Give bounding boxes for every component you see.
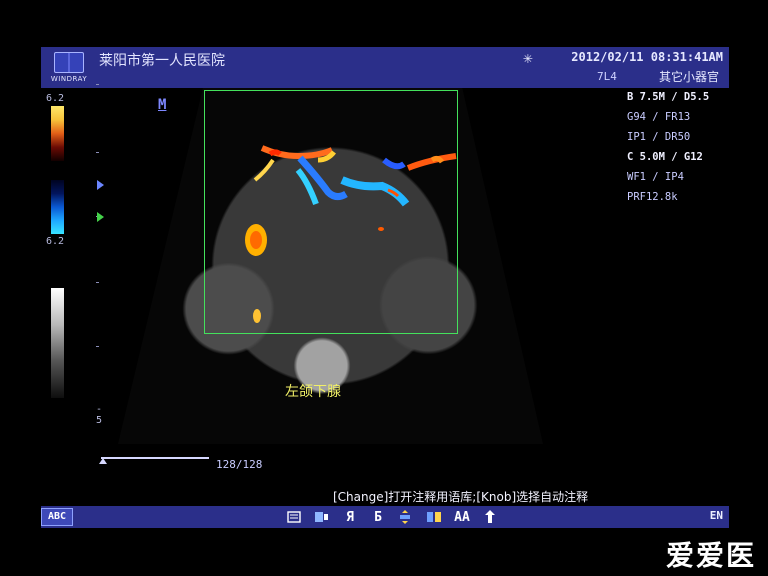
move-horizontal-icon[interactable] [425, 508, 443, 526]
arrow-up-icon[interactable] [481, 508, 499, 526]
color-doppler-roi[interactable] [204, 90, 458, 334]
velocity-scale-bottom: 6.2 [46, 236, 65, 247]
move-vertical-icon[interactable] [397, 508, 415, 526]
focus-marker-icon [97, 180, 104, 190]
cine-cursor-icon [99, 458, 107, 464]
font-size-icon[interactable]: AA [453, 508, 471, 526]
grayscale-bar [51, 288, 64, 398]
cine-frame-count: 128/128 [216, 458, 263, 471]
velocity-scale-top: 6.2 [46, 93, 65, 104]
language-indicator[interactable]: EN [710, 509, 723, 522]
reverse-icon[interactable]: Я [341, 508, 359, 526]
doppler-gate-marker-icon [97, 212, 104, 222]
logo-name: WINDRAY [50, 75, 88, 83]
left-scale-panel: 6.2 6.2 [0, 88, 85, 498]
text-cursor-icon[interactable] [313, 508, 331, 526]
exam-preset: 其它小器官 [658, 70, 719, 84]
param-gain: G94 / FR13 [627, 111, 691, 123]
depth-label: - 5 [96, 404, 103, 426]
windray-logo: WINDRAY [51, 52, 87, 84]
param-c: C 5.0M / G12 [627, 151, 703, 163]
bottom-toolbar: ABC Я Ƃ AA EN [41, 506, 729, 528]
param-prf: PRF12.8k [627, 191, 678, 203]
freeze-icon: ✳ [523, 48, 533, 67]
tool-icons: Я Ƃ AA [285, 508, 499, 526]
cine-frame-bar[interactable] [99, 457, 209, 465]
color-scale-negative [51, 180, 64, 234]
color-scale-positive [51, 106, 64, 161]
param-dr: IP1 / DR50 [627, 131, 691, 143]
organ-annotation: 左颌下腺 [285, 384, 341, 400]
top-status-bar: WINDRAY 莱阳市第一人民医院 ✳ 2012/02/11 08:31:41A… [41, 47, 729, 88]
depth-axis: - 5 [96, 84, 106, 426]
probe-model: 7L4 [597, 70, 617, 83]
parameter-panel: B 7.5M / D5.5 G94 / FR13 IP1 / DR50 C 5.… [627, 91, 727, 211]
hospital-name: 莱阳市第一人民医院 [99, 53, 225, 69]
watermark: 爱爱医 [665, 539, 756, 572]
annotation-list-icon[interactable] [285, 508, 303, 526]
book-icon [54, 52, 84, 73]
abc-button[interactable]: ABC [41, 508, 73, 526]
param-b: B 7.5M / D5.5 [627, 91, 710, 103]
param-wf: WF1 / IP4 [627, 171, 684, 183]
delete-word-icon[interactable]: Ƃ [369, 508, 387, 526]
annotation-hint: [Change]打开注释用语库;[Knob]选择自动注释 [333, 490, 589, 504]
datetime: 2012/02/11 08:31:41AM [571, 50, 723, 64]
